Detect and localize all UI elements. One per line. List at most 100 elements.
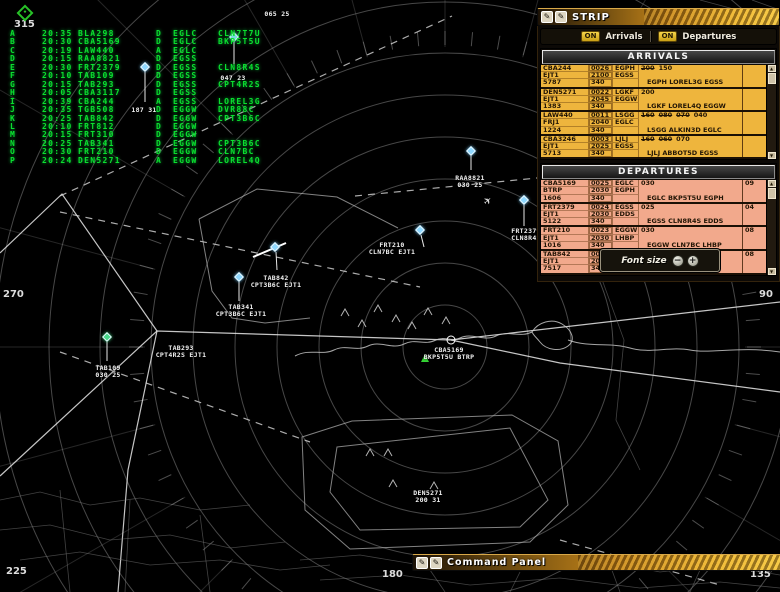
flight-strip-FRT2379[interactable]: FRT23790024EGSS02504EJT12030EDDS5122340E… (541, 204, 766, 228)
altitude-value: 200 (641, 89, 655, 96)
aircraft-position-ring[interactable] (447, 336, 456, 345)
strip-altitudes: LJLJ ABBOT5D EGSS (639, 150, 742, 157)
flight-callsign: DEN5271 (78, 156, 121, 165)
strip-altitudes: EGPH LOREL3G EGSS (639, 79, 742, 86)
aircraft-tag[interactable]: 065 25 (264, 11, 289, 18)
strip-altitudes (639, 96, 742, 103)
strip-runway: 09 (742, 180, 766, 187)
strip-airport: EGPH (613, 65, 639, 72)
strip-altitudes: LGKF LOREL4Q EGGW (639, 103, 742, 110)
flight-strip-DEN5271[interactable]: DEN52710022LGKF200EJT12045EGGW1383340LGK… (541, 89, 766, 113)
strip-callsign: CBA244 (541, 65, 589, 72)
departures-scrollbar[interactable]: ▲ ▼ (766, 180, 776, 274)
strip-runway: 04 (742, 204, 766, 211)
toggle-on-button-departures[interactable]: ON (658, 31, 678, 42)
strip-callsign: EJT1 (541, 258, 589, 265)
strip-altitudes: 160060070 (639, 136, 742, 143)
strip-runway: 08 (742, 251, 766, 258)
strip-altitudes (639, 119, 742, 126)
titlebar-stripes (578, 555, 780, 570)
strip-airport (613, 150, 639, 157)
arrivals-scrollbar[interactable]: ▲ ▼ (766, 65, 776, 159)
radar-screen: 31527090225180135 A20:35BLA298DEGLCCLN7T… (0, 0, 780, 592)
strip-squawk: 340 (589, 242, 613, 249)
command-panel-titlebar[interactable]: ✎ ✎ Command Panel (412, 554, 780, 571)
strip-panel-titlebar[interactable]: ✎ ✎ STRIP (537, 8, 780, 26)
edit-icon[interactable]: ✎ (416, 557, 428, 569)
strip-callsign: EJT1 (541, 72, 589, 79)
font-size-increase-button[interactable]: + (687, 255, 699, 267)
strip-airport: EGLC (613, 119, 639, 126)
strip-altitudes (639, 235, 742, 242)
scroll-down-icon[interactable]: ▼ (768, 152, 776, 159)
edit-icon[interactable]: ✎ (541, 11, 553, 23)
altitude-value: 030 (641, 180, 655, 187)
scroll-up-icon[interactable]: ▲ (768, 180, 776, 187)
strip-altitudes (639, 72, 742, 79)
departures-header: DEPARTURES (542, 165, 775, 179)
arrivals-section: ARRIVALS CBA2440026EGPH200150EJT12100EGS… (540, 48, 777, 160)
strip-altitudes (639, 187, 742, 194)
strip-callsign: FRT2379 (541, 204, 589, 211)
scrollbar-thumb[interactable] (768, 188, 776, 199)
strip-squawk: 2030 (589, 187, 613, 194)
altitude-value: 070 (676, 136, 690, 143)
note-icon[interactable]: ✎ (430, 557, 442, 569)
strip-airport: EGLC (613, 180, 639, 187)
strip-altitudes: EGLC BKP5T5U EGPH (639, 195, 742, 202)
flight-strip-CBA3246[interactable]: CBA32460003LJLJ160060070EJT12025EGSS5713… (541, 136, 766, 160)
aircraft-tag[interactable]: CBA5169 BKP5T5U BTRP (424, 347, 475, 360)
aircraft-tag[interactable]: DEN5271 200 31 (413, 490, 443, 503)
strip-callsign: EJT1 (541, 235, 589, 242)
strip-callsign: 7517 (541, 265, 589, 272)
strip-airport (613, 79, 639, 86)
altitude-value: 080 (659, 112, 673, 119)
strip-runway (742, 150, 766, 157)
strip-airport: EGSS (613, 143, 639, 150)
aircraft-tag[interactable]: TAB293 CPT4R2S EJT1 (156, 345, 207, 358)
strip-callsign: 5713 (541, 150, 589, 157)
aircraft-tag[interactable]: FRT210 CLN7BC EJT1 (369, 242, 415, 255)
scroll-up-icon[interactable]: ▲ (768, 65, 776, 72)
flight-strip-FRT210[interactable]: FRT2100023EGGW03008EJT12030LHBP1016340EG… (541, 227, 766, 251)
flight-strip-LAW440[interactable]: LAW4400011LSGG160080070040FRJ12040EGLC12… (541, 112, 766, 136)
strip-squawk: 340 (589, 218, 613, 225)
flight-list-row[interactable]: P20:24DEN5271AEGGWLOREL4Q (10, 156, 340, 165)
strip-runway (742, 89, 766, 96)
strip-callsign: EJT1 (541, 96, 589, 103)
strip-altitudes: EGSS CLN8R4S EDDS (639, 218, 742, 225)
titlebar-stripes (644, 9, 779, 25)
strip-callsign: EJT1 (541, 143, 589, 150)
aircraft-tag[interactable]: RAA8821 030 25 (455, 175, 485, 188)
strip-callsign: 1016 (541, 242, 589, 249)
note-icon[interactable]: ✎ (555, 11, 567, 23)
strip-runway (742, 258, 766, 265)
flight-ad: A (156, 156, 162, 165)
strip-callsign: CBA3246 (541, 136, 589, 143)
strip-runway (742, 187, 766, 194)
flight-route: LOREL4Q (218, 156, 261, 165)
scroll-down-icon[interactable]: ▼ (768, 268, 776, 275)
flight-airport: EGGW (173, 156, 197, 165)
strip-squawk: 340 (589, 150, 613, 157)
strip-runway (742, 119, 766, 126)
altitude-value: 070 (676, 112, 690, 119)
strip-squawk: 0024 (589, 204, 613, 211)
toggle-label-arrivals: Arrivals (605, 32, 642, 42)
font-size-decrease-button[interactable]: − (672, 255, 684, 267)
flight-strip-CBA5169[interactable]: CBA51690025EGLC03009BTRP2030EGPH1606340E… (541, 180, 766, 204)
strip-panel: ✎ ✎ STRIP ONArrivalsONDepartures ARRIVAL… (537, 8, 780, 282)
strip-runway (742, 112, 766, 119)
font-size-panel: Font size − + (600, 249, 720, 272)
strip-squawk: 2045 (589, 96, 613, 103)
aircraft-tag[interactable]: TAB341 CPT3B6C EJT1 (216, 304, 267, 317)
strip-callsign: LAW440 (541, 112, 589, 119)
scrollbar-thumb[interactable] (768, 73, 776, 84)
strip-airport (613, 127, 639, 134)
aircraft-tag[interactable]: TAB109 030 25 (95, 365, 120, 378)
strip-altitudes (639, 143, 742, 150)
strip-callsign: 1224 (541, 127, 589, 134)
aircraft-tag[interactable]: TAB842 CPT3B6C EJT1 (251, 275, 302, 288)
toggle-on-button-arrivals[interactable]: ON (581, 31, 601, 42)
flight-strip-CBA244[interactable]: CBA2440026EGPH200150EJT12100EGSS5787340E… (541, 65, 766, 89)
